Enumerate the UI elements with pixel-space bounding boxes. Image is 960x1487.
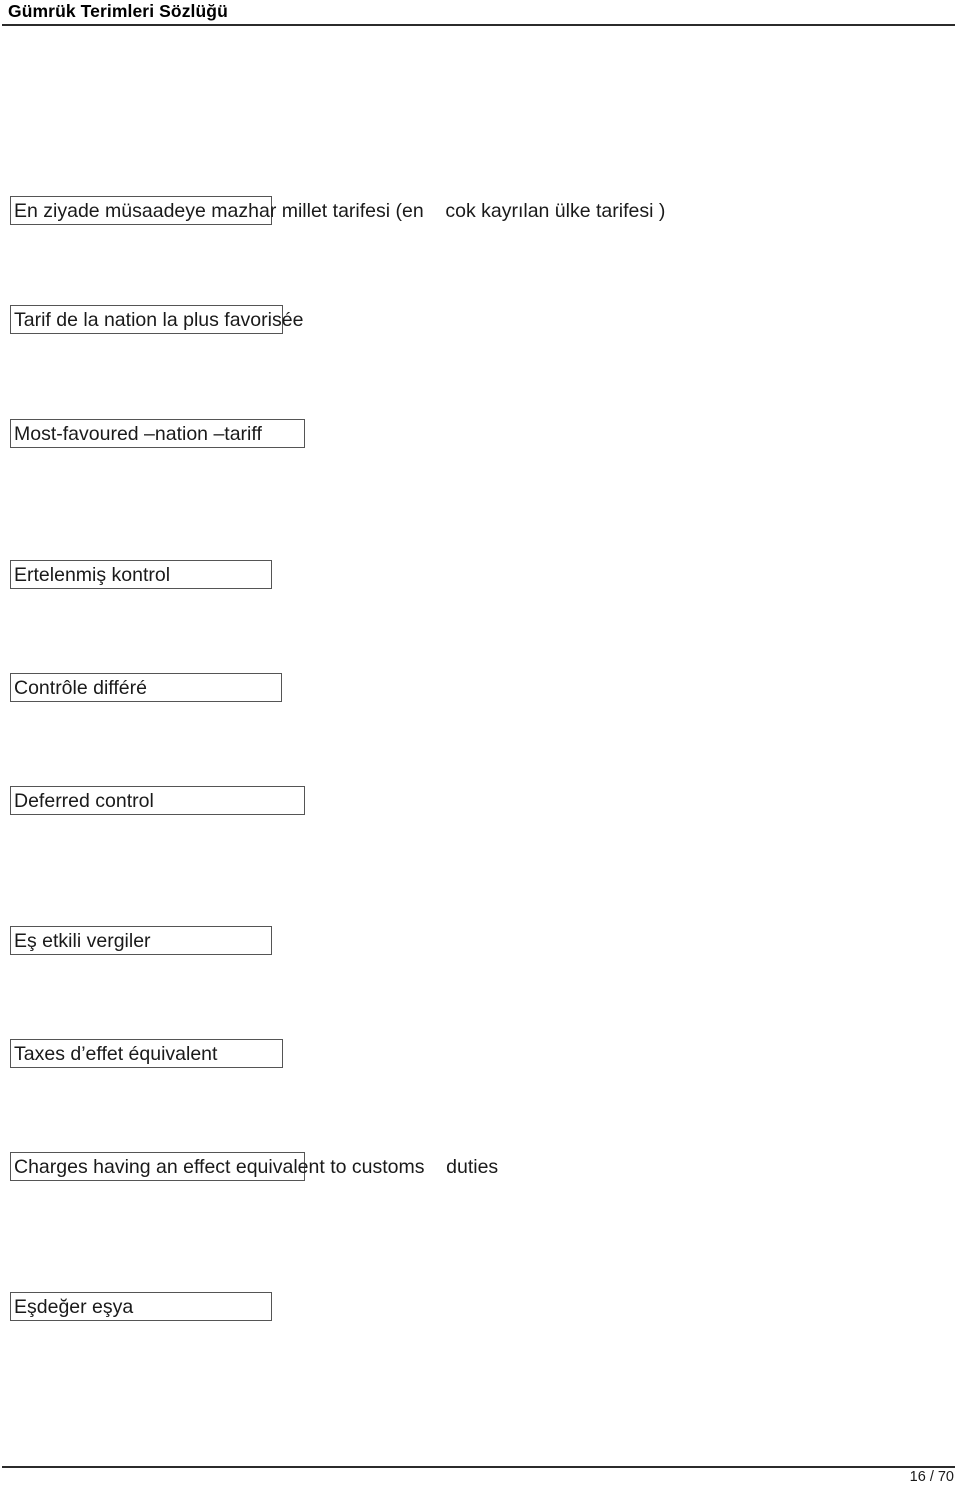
page-title: Gümrük Terimleri Sözlüğü bbox=[8, 1, 228, 21]
entry-term-text: Ertelenmiş kontrol bbox=[14, 564, 171, 586]
entry-term-text: Eşdeğer eşya bbox=[14, 1296, 134, 1318]
header-divider bbox=[2, 24, 955, 26]
page-footer: 16 / 70 bbox=[0, 1455, 960, 1487]
entry-term-text: Eş etkili vergiler bbox=[14, 930, 151, 952]
entry-term-text: Most-favoured –nation –tariff bbox=[14, 423, 262, 445]
entry-term-text: Contrôle différé bbox=[14, 677, 147, 699]
entry-term-text: Taxes d’effet équivalent bbox=[14, 1043, 218, 1065]
page-header: Gümrük Terimleri Sözlüğü bbox=[0, 0, 960, 30]
footer-divider bbox=[2, 1466, 955, 1468]
page-number: 16 / 70 bbox=[909, 1469, 954, 1485]
entry-term-text: En ziyade müsaadeye mazhar millet tarife… bbox=[14, 200, 666, 222]
entry-term-text: Charges having an effect equivalent to c… bbox=[14, 1156, 499, 1178]
entry-term-text: Deferred control bbox=[14, 790, 154, 812]
entry-term-text: Tarif de la nation la plus favorisée bbox=[14, 309, 304, 331]
